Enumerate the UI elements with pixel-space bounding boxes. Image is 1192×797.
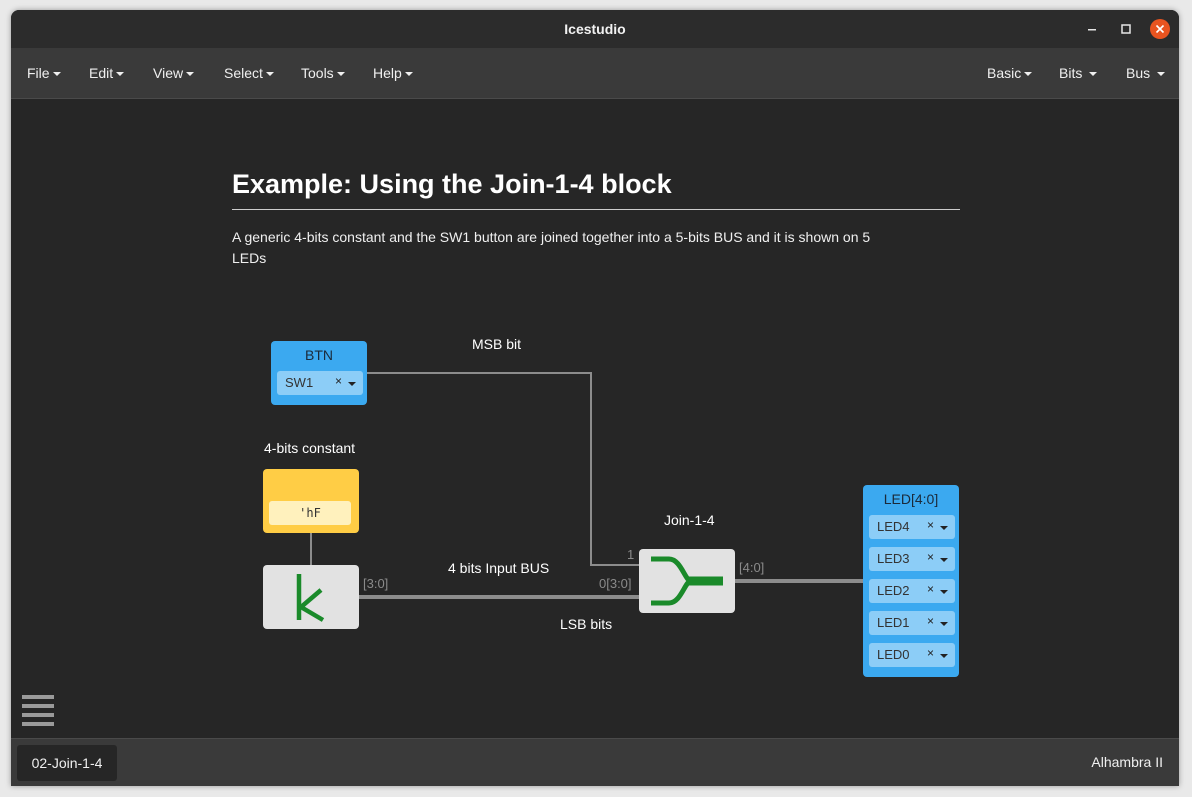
- clear-icon[interactable]: ×: [927, 550, 934, 564]
- clear-icon[interactable]: ×: [927, 646, 934, 660]
- chevron-down-icon: [1089, 72, 1098, 77]
- menu-bits[interactable]: Bits: [1059, 65, 1098, 81]
- label-msb: MSB bit: [472, 336, 522, 352]
- label-input-bus: 4 bits Input BUS: [448, 560, 550, 576]
- pin-select-led1[interactable]: LED1 ×: [869, 611, 955, 635]
- label-lsb: LSB bits: [560, 616, 613, 632]
- pin-select-value: LED4: [877, 519, 910, 534]
- menubar: File Edit View Select Tools Help Basic B…: [11, 48, 1179, 99]
- chevron-down-icon[interactable]: [940, 654, 948, 658]
- chevron-down-icon: [404, 72, 413, 77]
- join-1-4-block[interactable]: [639, 549, 735, 613]
- menu-select[interactable]: Select: [224, 65, 274, 81]
- wire-msb: [367, 372, 639, 566]
- chevron-down-icon: [52, 72, 61, 77]
- menu-tools[interactable]: Tools: [301, 65, 345, 81]
- chevron-down-icon[interactable]: [940, 526, 948, 530]
- pin-select-value: LED2: [877, 583, 910, 598]
- pin-select-led3[interactable]: LED3 ×: [869, 547, 955, 571]
- menu-bits-label: Bits: [1059, 65, 1083, 81]
- label-constant: 4-bits constant: [264, 440, 356, 456]
- chevron-down-icon: [336, 72, 345, 77]
- clear-icon[interactable]: ×: [927, 614, 934, 628]
- constant-value[interactable]: 'hF: [269, 501, 351, 525]
- menu-help-label: Help: [373, 65, 402, 81]
- port-join-in1: 1: [627, 547, 635, 562]
- chevron-down-icon: [1157, 72, 1166, 77]
- menu-file[interactable]: File: [27, 65, 61, 81]
- menu-bus-label: Bus: [1126, 65, 1151, 81]
- pin-select-value: SW1: [285, 375, 314, 390]
- chevron-down-icon[interactable]: [940, 558, 948, 562]
- menu-help[interactable]: Help: [373, 65, 413, 81]
- menu-edit-label: Edit: [89, 65, 114, 81]
- chevron-down-icon: [116, 72, 125, 77]
- btn-input-block[interactable]: BTN SW1 ×: [271, 341, 367, 405]
- menu-bus[interactable]: Bus: [1126, 65, 1166, 81]
- clear-icon[interactable]: ×: [927, 518, 934, 532]
- menu-edit[interactable]: Edit: [89, 65, 125, 81]
- pin-select-value: LED3: [877, 551, 910, 566]
- port-join-out: [4:0]: [739, 560, 765, 575]
- pin-select-value: LED1: [877, 615, 910, 630]
- pin-select-value: LED0: [877, 647, 910, 662]
- k-constant-block[interactable]: [263, 565, 359, 629]
- pin-select-sw1[interactable]: SW1 ×: [277, 371, 363, 395]
- menu-basic-label: Basic: [987, 65, 1022, 81]
- label-join: Join-1-4: [664, 512, 715, 528]
- menu-tools-label: Tools: [301, 65, 334, 81]
- chevron-down-icon: [1024, 72, 1033, 77]
- close-icon[interactable]: [1150, 19, 1170, 39]
- pin-select-led0[interactable]: LED0 ×: [869, 643, 955, 667]
- join-symbol-icon: [651, 556, 723, 606]
- chevron-down-icon: [265, 72, 274, 77]
- chevron-down-icon[interactable]: [940, 590, 948, 594]
- chevron-down-icon[interactable]: [348, 382, 356, 386]
- btn-block-name: BTN: [305, 347, 333, 363]
- hamburger-menu-icon[interactable]: [22, 695, 54, 726]
- clear-icon[interactable]: ×: [927, 582, 934, 596]
- led-block-name: LED[4:0]: [883, 491, 939, 507]
- constant-block[interactable]: 'hF: [263, 469, 359, 533]
- wires-layer: [310, 372, 863, 599]
- maximize-icon[interactable]: [1116, 19, 1136, 39]
- menu-select-label: Select: [224, 65, 263, 81]
- port-k-out: [3:0]: [363, 576, 389, 591]
- led-output-block[interactable]: LED[4:0] LED4 × LED3 × LED2 × LED1 × LED…: [863, 485, 959, 677]
- pin-select-led2[interactable]: LED2 ×: [869, 579, 955, 603]
- menu-view[interactable]: View: [153, 65, 195, 81]
- menu-view-label: View: [153, 65, 184, 81]
- port-join-in0: 0[3:0]: [599, 576, 632, 591]
- pin-select-led4[interactable]: LED4 ×: [869, 515, 955, 539]
- chevron-down-icon: [186, 72, 195, 77]
- design-canvas[interactable]: Example: Using the Join-1-4 block A gene…: [11, 99, 1179, 748]
- tab-02-join-1-4[interactable]: 02-Join-1-4: [17, 745, 117, 781]
- clear-icon[interactable]: ×: [335, 374, 342, 388]
- titlebar: Icestudio: [11, 10, 1179, 48]
- window-title: Icestudio: [564, 21, 626, 37]
- app-window: Icestudio File Edit View Select Tools He…: [11, 10, 1179, 786]
- minimize-icon[interactable]: [1082, 19, 1102, 39]
- board-name[interactable]: Alhambra II: [1091, 754, 1163, 770]
- menu-file-label: File: [27, 65, 50, 81]
- bottom-bar: 02-Join-1-4 Alhambra II: [11, 738, 1179, 786]
- menu-basic[interactable]: Basic: [987, 65, 1033, 81]
- k-glyph-icon: [296, 574, 325, 622]
- chevron-down-icon[interactable]: [940, 622, 948, 626]
